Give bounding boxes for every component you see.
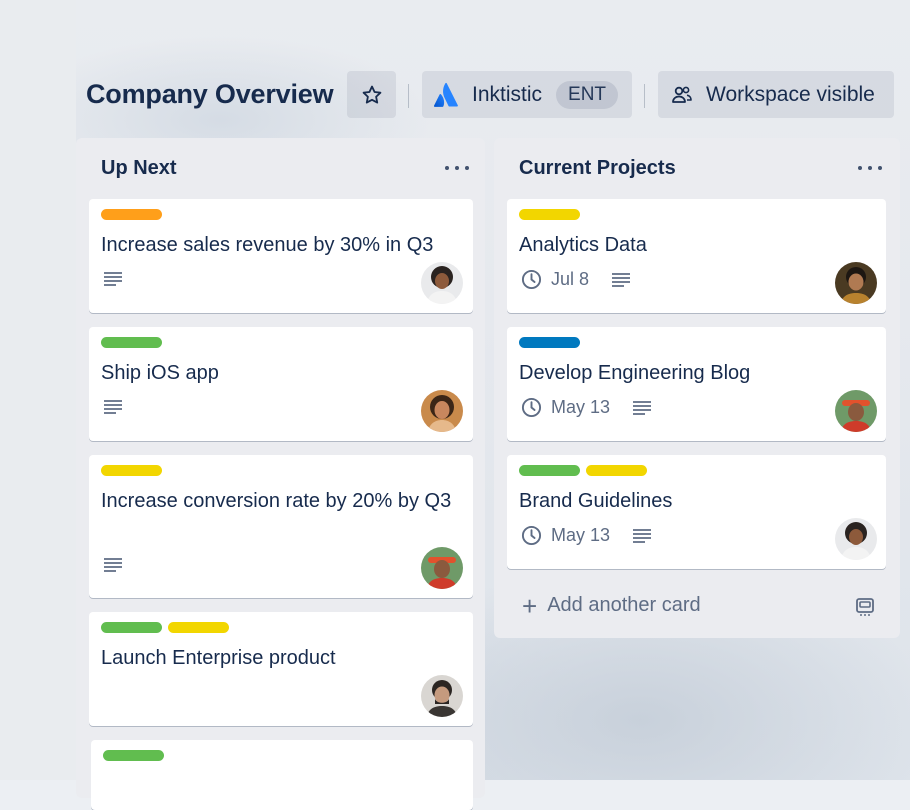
more-icon-dot <box>878 166 882 170</box>
card-badges: May 13 <box>521 525 652 546</box>
due-date: May 13 <box>551 397 611 417</box>
card-title: Ship iOS app <box>101 362 219 384</box>
header-divider <box>408 84 409 108</box>
header-divider <box>644 84 645 108</box>
avatar[interactable] <box>421 675 463 717</box>
board-title[interactable]: Company Overview <box>86 79 334 110</box>
label-yellow[interactable] <box>519 209 580 220</box>
label-yellow[interactable] <box>101 465 162 476</box>
label-blue[interactable] <box>519 337 580 348</box>
card-badges: May 13 <box>521 397 652 418</box>
list-title[interactable]: Current Projects <box>519 157 676 180</box>
card-template-icon[interactable] <box>854 595 876 617</box>
card-labels <box>519 465 647 476</box>
card-labels <box>101 465 162 476</box>
clock-icon <box>521 525 542 546</box>
description-icon <box>104 400 122 414</box>
more-icon-dot <box>465 166 469 170</box>
list-menu-button[interactable] <box>445 158 469 178</box>
avatar[interactable] <box>835 390 877 432</box>
description-icon <box>633 528 652 543</box>
due-date-badge[interactable]: May 13 <box>521 525 610 546</box>
avatar[interactable] <box>835 518 877 560</box>
card[interactable]: Develop Engineering Blog May 13 <box>507 327 886 441</box>
label-green[interactable] <box>103 750 164 761</box>
workspace-name: Inktistic <box>472 82 543 106</box>
list-up-next: Up Next Increase sales revenue by 30% in… <box>76 138 485 810</box>
card[interactable]: Increase conversion rate by 20% by Q3 <box>89 455 473 598</box>
card[interactable]: Launch Enterprise product <box>89 612 473 726</box>
atlassian-logo-icon <box>433 82 458 107</box>
label-yellow[interactable] <box>168 622 229 633</box>
plus-icon: + <box>522 590 538 621</box>
more-icon <box>858 166 862 170</box>
label-green[interactable] <box>519 465 580 476</box>
clock-icon <box>521 269 542 290</box>
card-title: Increase sales revenue by 30% in Q3 <box>101 234 434 256</box>
card-badges <box>103 270 123 288</box>
due-date-badge[interactable]: Jul 8 <box>521 269 589 290</box>
card-badges <box>103 398 123 416</box>
visibility-button[interactable]: Workspace visible <box>658 71 894 118</box>
due-date: Jul 8 <box>551 269 590 289</box>
card-labels <box>103 750 164 761</box>
list-menu-button[interactable] <box>858 158 882 178</box>
due-date: May 13 <box>551 525 611 545</box>
card-title: Analytics Data <box>519 234 647 256</box>
description-icon <box>633 400 652 415</box>
more-icon-dot <box>455 166 459 170</box>
card-badges <box>103 556 123 574</box>
label-green[interactable] <box>101 337 162 348</box>
more-icon-dot <box>868 166 872 170</box>
card[interactable] <box>91 740 473 810</box>
board-header: Company Overview Inktistic ENT Workspace <box>76 68 910 124</box>
label-yellow[interactable] <box>586 465 647 476</box>
card-title: Develop Engineering Blog <box>519 362 751 384</box>
add-card-label: Add another card <box>547 594 701 616</box>
card-badges: Jul 8 <box>521 269 631 290</box>
description-icon <box>104 558 122 572</box>
enterprise-badge: ENT <box>556 80 619 109</box>
label-green[interactable] <box>101 622 162 633</box>
star-board-button[interactable] <box>347 71 396 118</box>
card[interactable]: Brand Guidelines May 13 <box>507 455 886 569</box>
card[interactable]: Analytics Data Jul 8 <box>507 199 886 313</box>
card-title: Brand Guidelines <box>519 490 673 512</box>
card-labels <box>101 622 229 633</box>
more-icon <box>445 166 449 170</box>
card-labels <box>101 337 162 348</box>
avatar[interactable] <box>421 262 463 304</box>
people-icon <box>672 86 692 103</box>
card[interactable]: Increase sales revenue by 30% in Q3 <box>89 199 473 313</box>
label-orange[interactable] <box>101 209 162 220</box>
avatar[interactable] <box>421 390 463 432</box>
card-labels <box>519 337 580 348</box>
card-title: Launch Enterprise product <box>101 647 336 669</box>
description-icon <box>612 272 631 287</box>
avatar[interactable] <box>421 547 463 589</box>
page-edge <box>0 0 76 780</box>
due-date-badge[interactable]: May 13 <box>521 397 610 418</box>
description-icon <box>104 272 122 286</box>
card[interactable]: Ship iOS app <box>89 327 473 441</box>
workspace-button[interactable]: Inktistic ENT <box>422 71 632 118</box>
add-card-button[interactable]: + Add another card <box>522 590 701 621</box>
card-labels <box>101 209 162 220</box>
card-title: Increase conversion rate by 20% by Q3 <box>101 490 452 512</box>
star-icon <box>362 85 381 104</box>
avatar[interactable] <box>835 262 877 304</box>
list-current-projects: Current Projects Analytics Data Jul 8 De… <box>494 138 900 638</box>
list-title[interactable]: Up Next <box>101 157 177 180</box>
card-labels <box>519 209 580 220</box>
clock-icon <box>521 397 542 418</box>
visibility-label: Workspace visible <box>706 82 875 106</box>
